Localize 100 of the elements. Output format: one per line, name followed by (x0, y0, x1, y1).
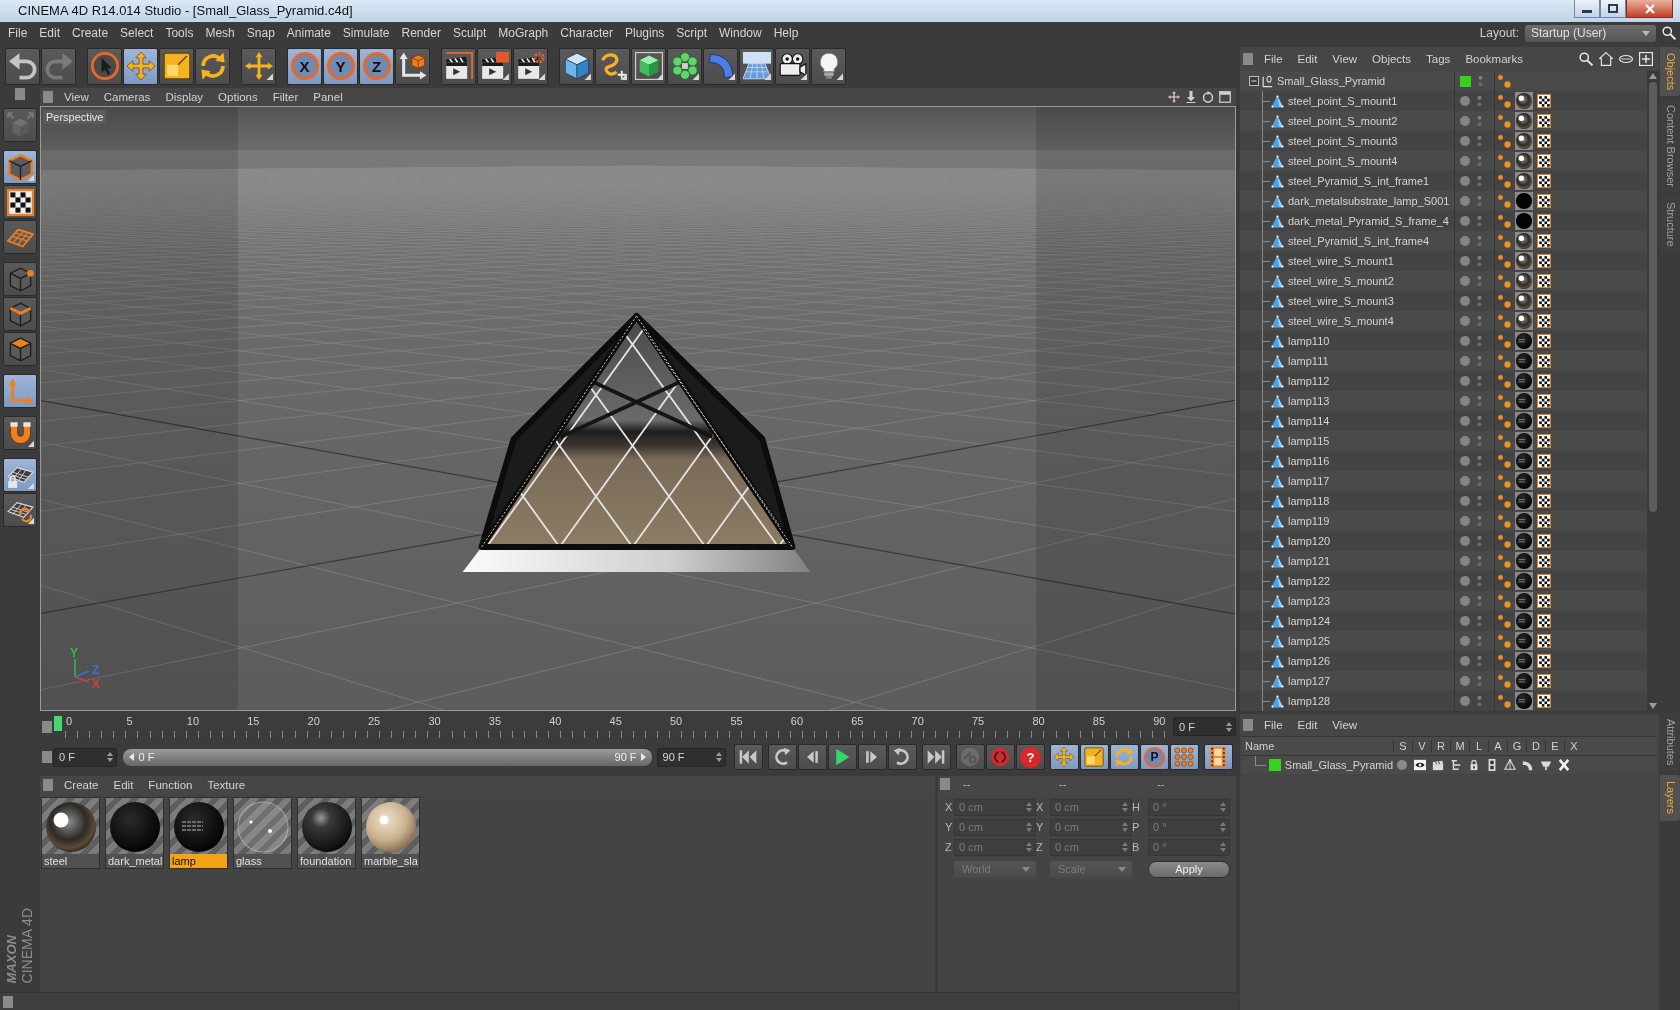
material-tag-icon[interactable] (1515, 412, 1533, 430)
previous-frame-button[interactable] (798, 744, 827, 770)
checker-tag-icon[interactable] (1537, 534, 1551, 548)
checker-tag-icon[interactable] (1537, 654, 1551, 668)
checker-tag-icon[interactable] (1537, 434, 1551, 448)
object-name[interactable]: lamp119 (1288, 515, 1330, 527)
maximize-button[interactable] (1600, 0, 1626, 18)
dots-tag-icon[interactable] (1497, 534, 1511, 548)
go-to-start-button[interactable] (734, 744, 763, 770)
material-tile[interactable]: steel (41, 797, 100, 869)
material-tag-icon[interactable] (1515, 372, 1533, 390)
play-button[interactable] (828, 744, 857, 770)
visibility-dots-icon[interactable] (1477, 674, 1482, 688)
material-tag-icon[interactable] (1515, 112, 1533, 130)
material-tag-icon[interactable] (1515, 212, 1533, 230)
timeline-button[interactable] (1204, 744, 1233, 770)
layer-dot-icon[interactable] (1460, 676, 1470, 686)
cross-icon[interactable] (1558, 759, 1570, 771)
menu-item[interactable]: MoGraph (492, 26, 555, 40)
dots-tag-icon[interactable] (1497, 214, 1511, 228)
object-name[interactable]: lamp125 (1288, 635, 1331, 647)
layer-dot-icon[interactable] (1460, 556, 1470, 566)
material-tag-icon[interactable] (1515, 392, 1533, 410)
column-header[interactable]: E (1545, 740, 1564, 752)
visibility-dots-icon[interactable] (1477, 114, 1482, 128)
visibility-dots-icon[interactable] (1477, 354, 1482, 368)
dots-tag-icon[interactable] (1497, 474, 1511, 488)
layer-dot-icon[interactable] (1460, 196, 1470, 206)
material-tag-icon[interactable] (1515, 452, 1533, 470)
object-name[interactable]: lamp112 (1288, 375, 1330, 387)
visibility-dots-icon[interactable] (1477, 434, 1482, 448)
layer-dot-icon[interactable] (1460, 116, 1470, 126)
layer-dot-icon[interactable] (1460, 696, 1470, 706)
cloner-button[interactable] (667, 47, 702, 85)
visibility-dots-icon[interactable] (1477, 134, 1482, 148)
object-name[interactable]: lamp121 (1288, 555, 1331, 567)
funnel-icon[interactable] (1540, 759, 1552, 771)
rotation-key-button[interactable] (1110, 744, 1139, 770)
visibility-dots-icon[interactable] (1477, 334, 1482, 348)
column-header[interactable]: V (1412, 740, 1431, 752)
axis-lock-button[interactable]: Z (359, 47, 394, 85)
material-tag-icon[interactable] (1515, 692, 1533, 710)
layer-dot-icon[interactable] (1460, 496, 1470, 506)
menu-item[interactable]: Filter (265, 91, 307, 103)
menu-item[interactable]: Display (158, 91, 212, 103)
menu-item[interactable]: View (1325, 53, 1366, 65)
dots-tag-icon[interactable] (1497, 454, 1511, 468)
grip-icon[interactable] (3, 995, 13, 1008)
layer-dot-icon[interactable] (1460, 416, 1470, 426)
material-tile[interactable]: dark_metal (105, 797, 164, 869)
column-header[interactable]: G (1507, 740, 1526, 752)
rotate-tool-button[interactable] (195, 47, 230, 85)
pan-icon[interactable] (1168, 91, 1180, 103)
down-arrow-icon[interactable] (1185, 91, 1197, 103)
grip-icon[interactable] (43, 91, 53, 103)
column-header[interactable]: L (1469, 740, 1488, 752)
undo-button[interactable] (5, 47, 40, 85)
object-name[interactable]: steel_point_S_mount2 (1288, 115, 1398, 127)
right-arrow-icon[interactable] (640, 753, 646, 761)
new-panel-icon[interactable] (1639, 52, 1653, 66)
material-tag-icon[interactable] (1515, 592, 1533, 610)
layer-dot-icon[interactable] (1460, 636, 1470, 646)
visibility-dots-icon[interactable] (1477, 394, 1482, 408)
visibility-dots-icon[interactable] (1477, 314, 1482, 328)
column-header[interactable]: Name (1242, 740, 1393, 752)
layer-dot-icon[interactable] (1460, 476, 1470, 486)
column-header[interactable]: A (1488, 740, 1507, 752)
object-name[interactable]: steel_wire_S_mount3 (1288, 295, 1394, 307)
axis-lock-button[interactable]: X (287, 47, 322, 85)
visibility-dots-icon[interactable] (1477, 174, 1482, 188)
checker-tag-icon[interactable] (1537, 634, 1551, 648)
material-tag-icon[interactable] (1515, 252, 1533, 270)
object-name[interactable]: lamp117 (1288, 475, 1330, 487)
object-name[interactable]: dark_metal_Pyramid_S_frame_4 (1288, 215, 1449, 227)
layer-dot-icon[interactable] (1460, 176, 1470, 186)
menu-item[interactable]: File (1257, 53, 1291, 65)
dots-tag-icon[interactable] (1497, 334, 1511, 348)
visibility-dots-icon[interactable] (1477, 154, 1482, 168)
spinner-icon[interactable] (1226, 721, 1232, 732)
dots-tag-icon[interactable] (1497, 194, 1511, 208)
grip-icon[interactable] (1243, 53, 1253, 65)
dots-tag-icon[interactable] (1497, 74, 1511, 88)
close-button[interactable] (1626, 0, 1673, 18)
object-name[interactable]: Small_Glass_Pyramid (1277, 75, 1386, 87)
checker-tag-icon[interactable] (1537, 234, 1551, 248)
object-name[interactable]: lamp124 (1288, 615, 1331, 627)
material-tag-icon[interactable] (1515, 552, 1533, 570)
minimize-button[interactable] (1574, 0, 1600, 18)
object-name[interactable]: lamp120 (1288, 535, 1331, 547)
menu-item[interactable]: Script (670, 26, 713, 40)
visibility-dots-icon[interactable] (1477, 374, 1482, 388)
column-header[interactable]: M (1450, 740, 1469, 752)
question-button[interactable]: ? (1016, 744, 1045, 770)
material-tag-icon[interactable] (1515, 92, 1533, 110)
layout-dropdown[interactable]: Startup (User) (1525, 24, 1656, 42)
visibility-dots-icon[interactable] (1477, 414, 1482, 428)
dots-tag-icon[interactable] (1497, 234, 1511, 248)
layer-dot-icon[interactable] (1460, 276, 1470, 286)
menu-item[interactable]: Create (57, 779, 107, 791)
checker-tag-icon[interactable] (1537, 194, 1551, 208)
